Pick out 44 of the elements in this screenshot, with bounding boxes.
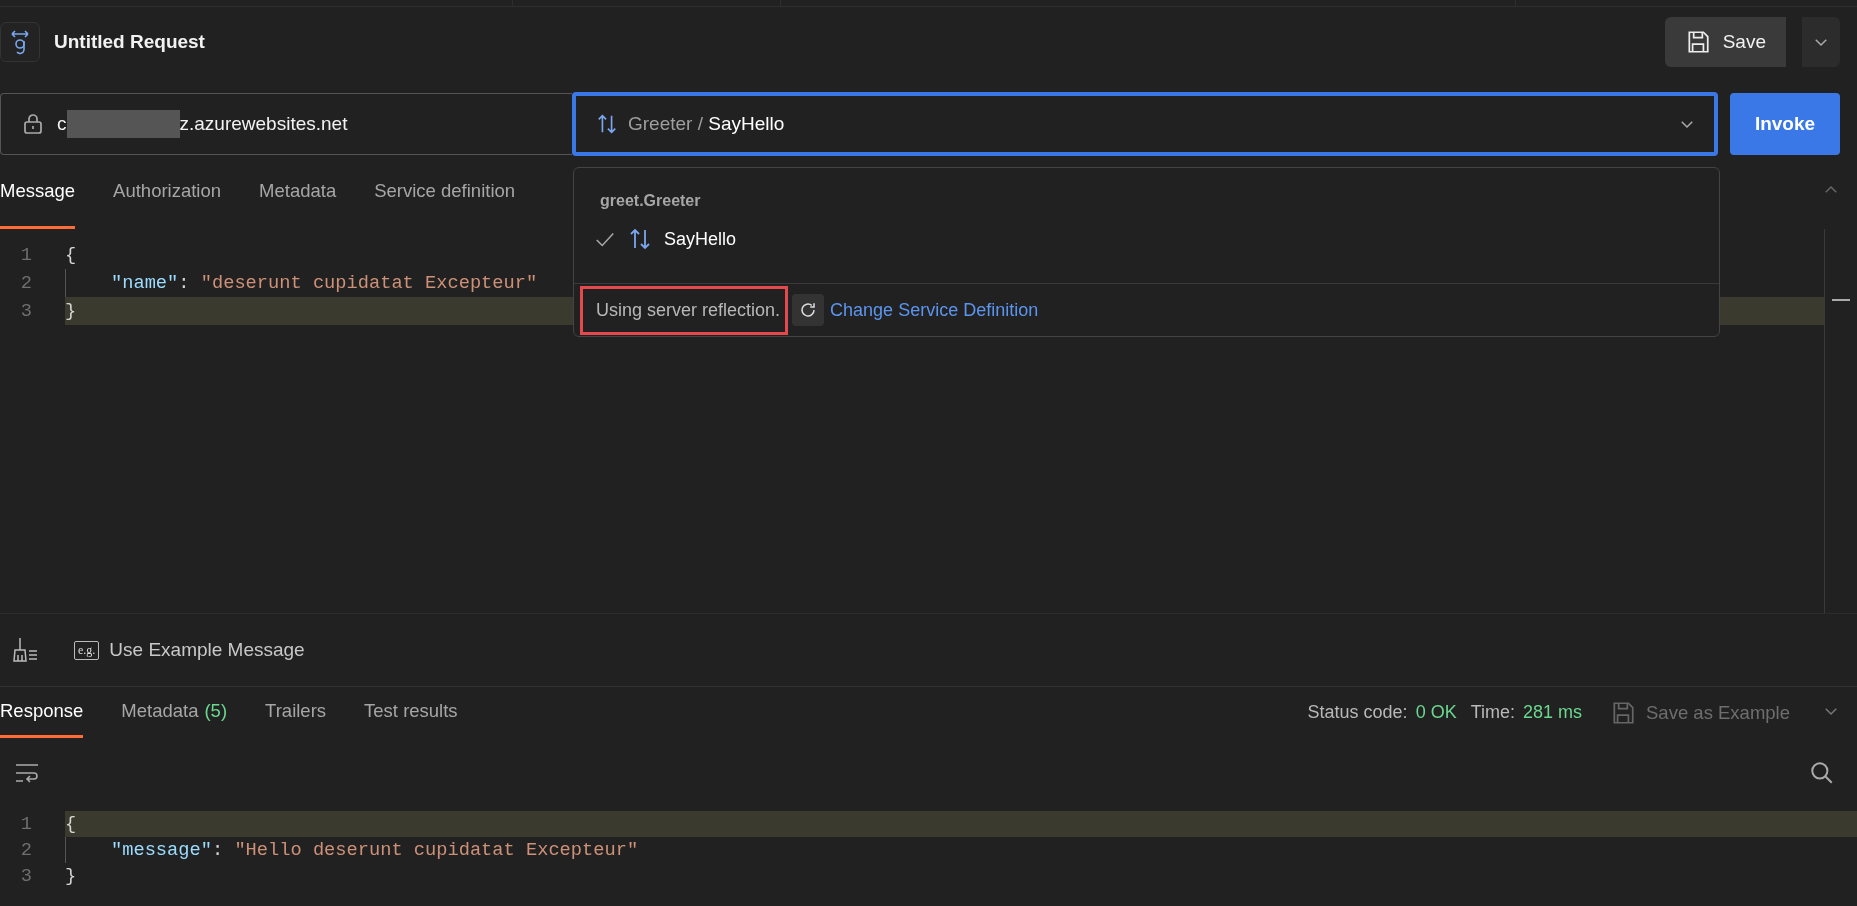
code-line: { [65,244,77,267]
up-down-arrows-icon [628,227,652,252]
use-example-button[interactable]: e.g. Use Example Message [74,639,305,662]
line-number: 3 [19,300,32,323]
method-option[interactable]: SayHello [594,224,1719,255]
line-number: 1 [19,244,32,267]
broom-icon[interactable] [12,637,40,664]
status-label: Status code: [1307,702,1408,724]
refresh-button[interactable] [792,294,825,327]
request-title: Untitled Request [54,31,206,53]
method-path: Greeter / SayHello [628,113,786,136]
line-number: 2 [19,272,32,295]
code-line: { [65,813,77,836]
request-tab[interactable]: Authorization [113,155,222,230]
url-text: c z.azurewebsites.net [57,110,348,139]
line-number: 3 [19,865,32,888]
code-line: } [65,300,77,323]
response-tab[interactable]: Trailers [265,687,327,739]
invoke-button[interactable]: Invoke [1730,93,1840,156]
response-tab[interactable]: Test results [364,687,458,739]
line-number: 1 [19,813,32,836]
request-tab[interactable]: Metadata [259,155,337,230]
time-label: Time: [1470,702,1515,724]
status-code: 0 OK [1415,702,1457,724]
reflection-note: Using server reflection. [582,287,787,333]
service-group-label: greet.Greeter [600,192,701,211]
method-select[interactable]: Greeter / SayHello [572,92,1718,157]
refresh-icon [799,301,818,320]
request-tab[interactable]: Service definition [374,155,516,230]
line-number: 2 [19,839,32,862]
up-down-arrows-icon [596,113,618,136]
request-tab[interactable]: Message [0,155,76,230]
code-line: } [65,865,77,888]
save-button[interactable]: Save [1664,17,1786,67]
response-tab[interactable]: Metadata (5) [121,687,228,739]
url-field[interactable]: c z.azurewebsites.net [0,93,572,156]
lock-icon [23,113,43,136]
code-line: "name": "deserunt cupidatat Excepteur" [111,272,538,295]
response-time: 281 ms [1523,702,1583,724]
code-line: "message": "Hello deserunt cupidatat Excepteur" [111,839,639,862]
change-definition-link[interactable]: Change Service Definition [830,299,1039,321]
scroll-marker [1832,299,1850,302]
wrap-lines-icon[interactable] [14,762,40,785]
response-tab[interactable]: Response [0,687,84,739]
